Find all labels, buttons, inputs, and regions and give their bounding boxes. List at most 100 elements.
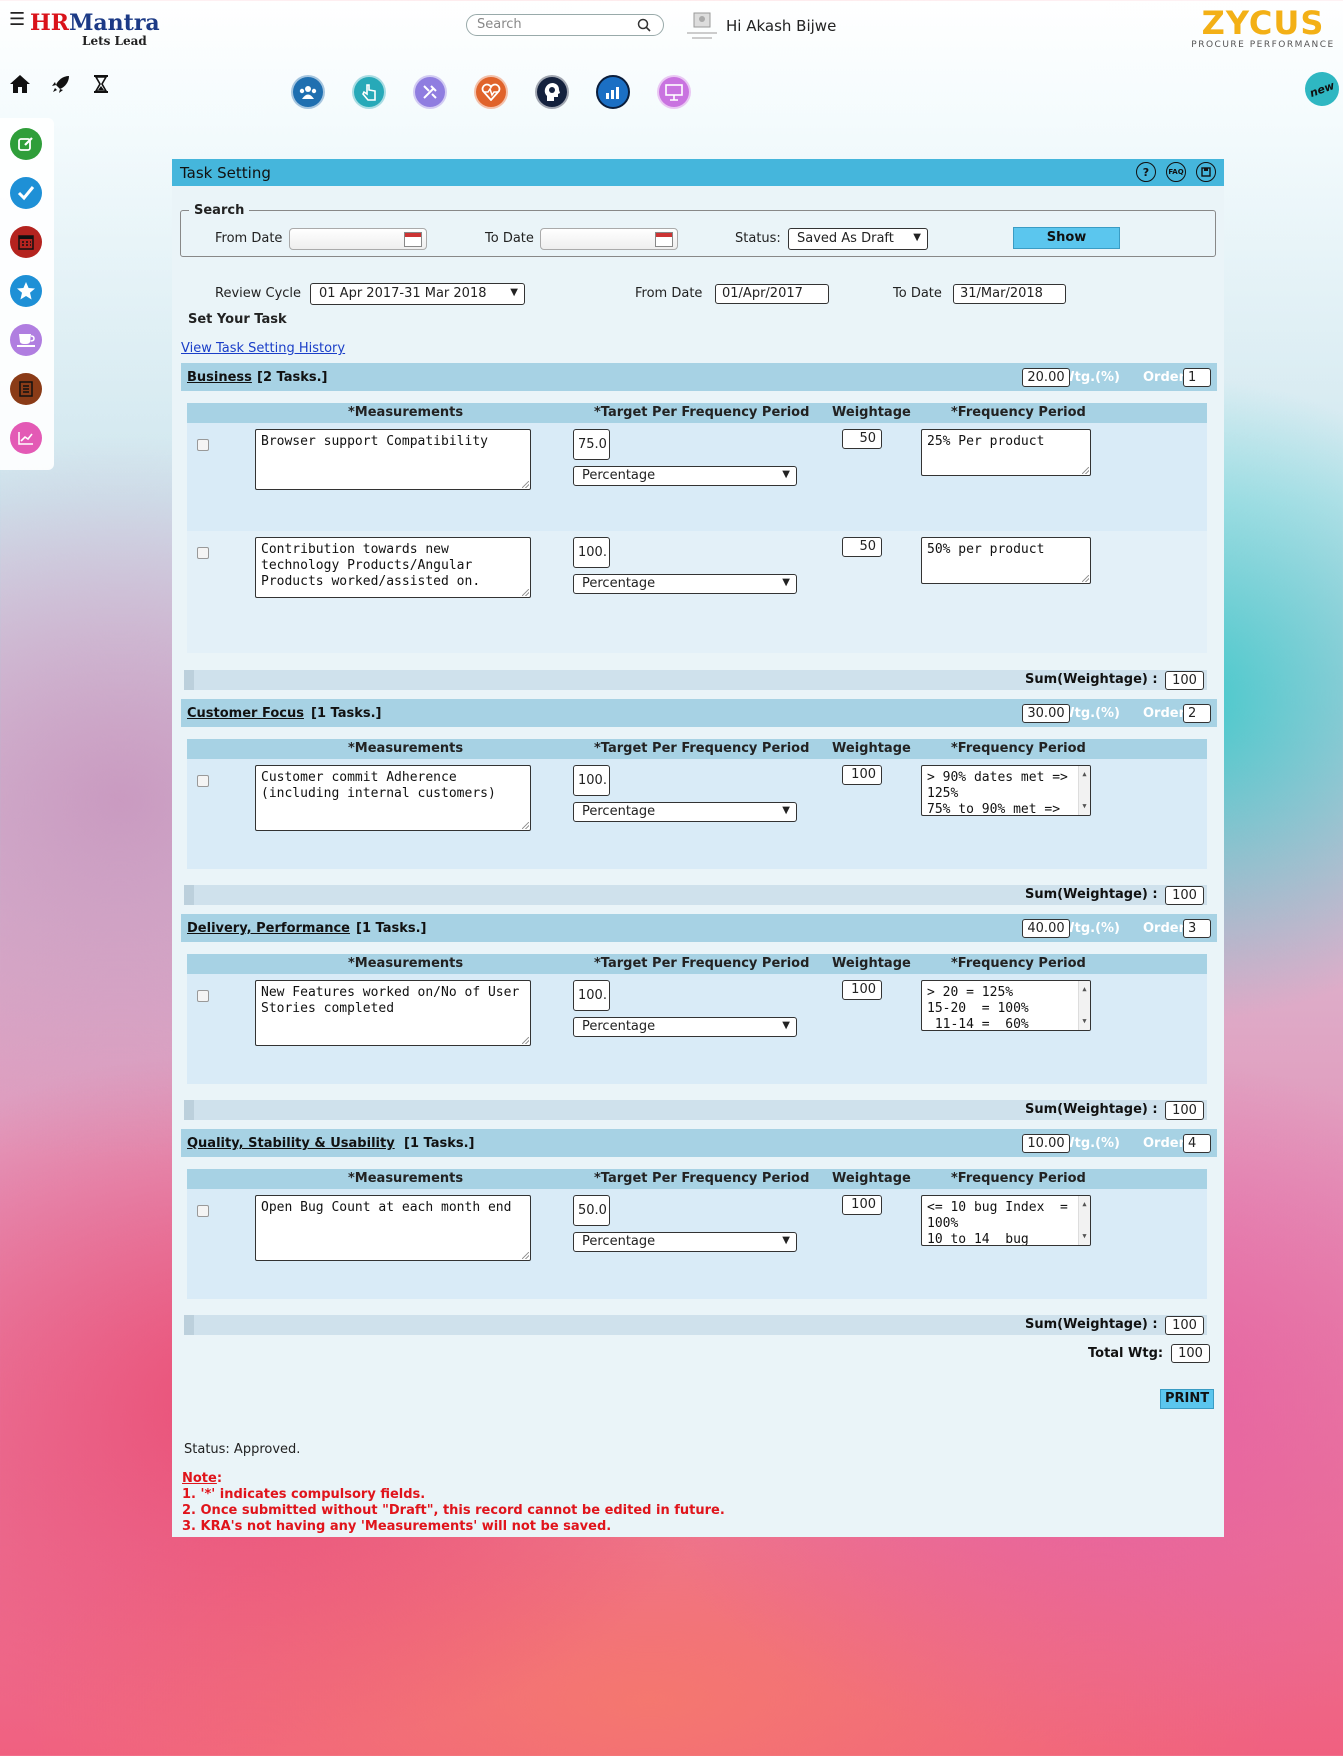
view-history-link[interactable]: View Task Setting History: [181, 341, 345, 356]
star-icon[interactable]: [10, 275, 42, 307]
review-to-date-field[interactable]: 31/Mar/2018: [953, 284, 1066, 304]
kra-wtg-input[interactable]: 20.00: [1022, 368, 1070, 387]
target-unit-select[interactable]: Percentage ▼: [573, 574, 797, 594]
trend-icon[interactable]: [10, 422, 42, 454]
review-cycle-select[interactable]: 01 Apr 2017-31 Mar 2018 ▼: [310, 283, 525, 305]
textarea-scrollbar[interactable]: ▲ ▼: [1078, 1196, 1090, 1245]
head-gear-icon[interactable]: [535, 75, 569, 109]
target-unit-select[interactable]: Percentage ▼: [573, 1017, 797, 1037]
target-unit-select[interactable]: Percentage ▼: [573, 466, 797, 486]
team-icon[interactable]: [291, 75, 325, 109]
kra-wtg-input[interactable]: 10.00: [1022, 1134, 1070, 1153]
target-input[interactable]: 75.0: [573, 429, 610, 460]
kra-order-input[interactable]: 2: [1183, 704, 1211, 723]
resize-grip-icon[interactable]: [522, 481, 529, 488]
frequency-textarea[interactable]: 25% Per product: [921, 429, 1091, 476]
kra-name[interactable]: Quality, Stability & Usability: [187, 1136, 395, 1151]
target-input[interactable]: 100.: [573, 537, 610, 568]
measurement-textarea[interactable]: New Features worked on/No of User Storie…: [255, 980, 531, 1046]
target-input[interactable]: 100.: [573, 765, 610, 796]
kra-order-input[interactable]: 1: [1183, 368, 1211, 387]
kra-wtg-input[interactable]: 40.00: [1022, 919, 1070, 938]
calendar-picker-icon[interactable]: [404, 232, 422, 247]
task-row-checkbox[interactable]: [197, 439, 209, 451]
logo-hr-text: HR: [30, 10, 70, 36]
search-to-date-input[interactable]: [540, 228, 678, 250]
heartbeat-icon[interactable]: [474, 75, 508, 109]
panel-title-bar: Task Setting ? FAQ: [172, 159, 1224, 186]
target-input[interactable]: 100.: [573, 980, 610, 1011]
help-icon[interactable]: ?: [1136, 162, 1156, 182]
calendar-icon[interactable]: [10, 226, 42, 258]
sum-weightage-value: 100: [1165, 886, 1204, 905]
weightage-input[interactable]: 50: [842, 429, 882, 449]
kra-name[interactable]: Delivery, Performance: [187, 921, 350, 936]
check-icon[interactable]: [10, 177, 42, 209]
dropdown-arrow-icon: ▼: [782, 577, 790, 588]
textarea-scrollbar[interactable]: ▲ ▼: [1078, 981, 1090, 1030]
measurement-textarea[interactable]: Contribution towards new technology Prod…: [255, 537, 531, 598]
weightage-input[interactable]: 100: [842, 1195, 882, 1215]
presentation-icon[interactable]: [657, 75, 691, 109]
frequency-textarea[interactable]: 50% per product: [921, 537, 1091, 584]
review-from-date-field[interactable]: 01/Apr/2017: [715, 284, 829, 304]
measurement-textarea[interactable]: Open Bug Count at each month end: [255, 1195, 531, 1261]
measurement-textarea[interactable]: Browser support Compatibility: [255, 429, 531, 490]
task-row-checkbox[interactable]: [197, 547, 209, 559]
tools-icon[interactable]: [413, 75, 447, 109]
target-input[interactable]: 50.0: [573, 1195, 610, 1226]
hourglass-icon[interactable]: [93, 74, 109, 94]
kra-order-input[interactable]: 4: [1183, 1134, 1211, 1153]
hamburger-menu-icon[interactable]: ☰: [9, 9, 25, 30]
kra-order-label: Order: [1143, 706, 1185, 721]
measurement-textarea[interactable]: Customer commit Adherence (including int…: [255, 765, 531, 831]
task-row-checkbox[interactable]: [197, 775, 209, 787]
search-icon[interactable]: [637, 18, 651, 32]
note-heading: Note: [182, 1471, 217, 1486]
save-icon[interactable]: [1196, 162, 1216, 182]
coffee-icon[interactable]: [10, 324, 42, 356]
task-row-checkbox[interactable]: [197, 1205, 209, 1217]
kra-wtg-input[interactable]: 30.00: [1022, 704, 1070, 723]
status-filter-select[interactable]: Saved As Draft ▼: [788, 228, 928, 250]
print-button[interactable]: PRINT: [1160, 1389, 1214, 1409]
task-row-checkbox[interactable]: [197, 990, 209, 1002]
kra-order-input[interactable]: 3: [1183, 919, 1211, 938]
weightage-input[interactable]: 100: [842, 765, 882, 785]
edit-icon[interactable]: [10, 128, 42, 160]
book-icon[interactable]: [10, 373, 42, 405]
resize-grip-icon[interactable]: [522, 589, 529, 596]
weightage-input[interactable]: 100: [842, 980, 882, 1000]
resize-grip-icon[interactable]: [522, 822, 529, 829]
chart-icon[interactable]: [596, 75, 630, 109]
target-unit-value: Percentage: [582, 468, 656, 483]
hrmantra-logo[interactable]: HRMantra: [30, 10, 160, 36]
new-updates-badge[interactable]: new: [1300, 67, 1343, 111]
home-icon[interactable]: [9, 74, 31, 94]
col-weightage: Weightage: [832, 1171, 911, 1186]
resize-grip-icon[interactable]: [1082, 467, 1089, 474]
resize-grip-icon[interactable]: [522, 1252, 529, 1259]
user-greeting: Hi Akash Bijwe: [726, 17, 837, 35]
weightage-input[interactable]: 50: [842, 537, 882, 557]
measurement-text: Contribution towards new technology Prod…: [261, 542, 481, 589]
frequency-textarea[interactable]: > 90% dates met => 125% 75% to 90% met =…: [921, 765, 1091, 816]
target-unit-value: Percentage: [582, 1234, 656, 1249]
note-heading-colon: :: [216, 1471, 223, 1486]
hand-icon[interactable]: [352, 75, 386, 109]
frequency-textarea[interactable]: > 20 = 125% 15-20 = 100% 11-14 = 60% ▲ ▼: [921, 980, 1091, 1031]
target-unit-select[interactable]: Percentage ▼: [573, 1232, 797, 1252]
resize-grip-icon[interactable]: [1082, 575, 1089, 582]
textarea-scrollbar[interactable]: ▲ ▼: [1078, 766, 1090, 815]
show-button[interactable]: Show: [1013, 227, 1120, 249]
rocket-icon[interactable]: [51, 74, 71, 94]
kra-name[interactable]: Customer Focus: [187, 706, 304, 721]
kra-name[interactable]: Business: [187, 370, 252, 385]
target-unit-select[interactable]: Percentage ▼: [573, 802, 797, 822]
search-from-date-input[interactable]: [289, 228, 427, 250]
global-search-input[interactable]: Search: [466, 14, 664, 36]
resize-grip-icon[interactable]: [522, 1037, 529, 1044]
calendar-picker-icon[interactable]: [655, 232, 673, 247]
frequency-textarea[interactable]: <= 10 bug Index = 100% 10 to 14 bug Inde…: [921, 1195, 1091, 1246]
faq-icon[interactable]: FAQ: [1166, 162, 1186, 182]
